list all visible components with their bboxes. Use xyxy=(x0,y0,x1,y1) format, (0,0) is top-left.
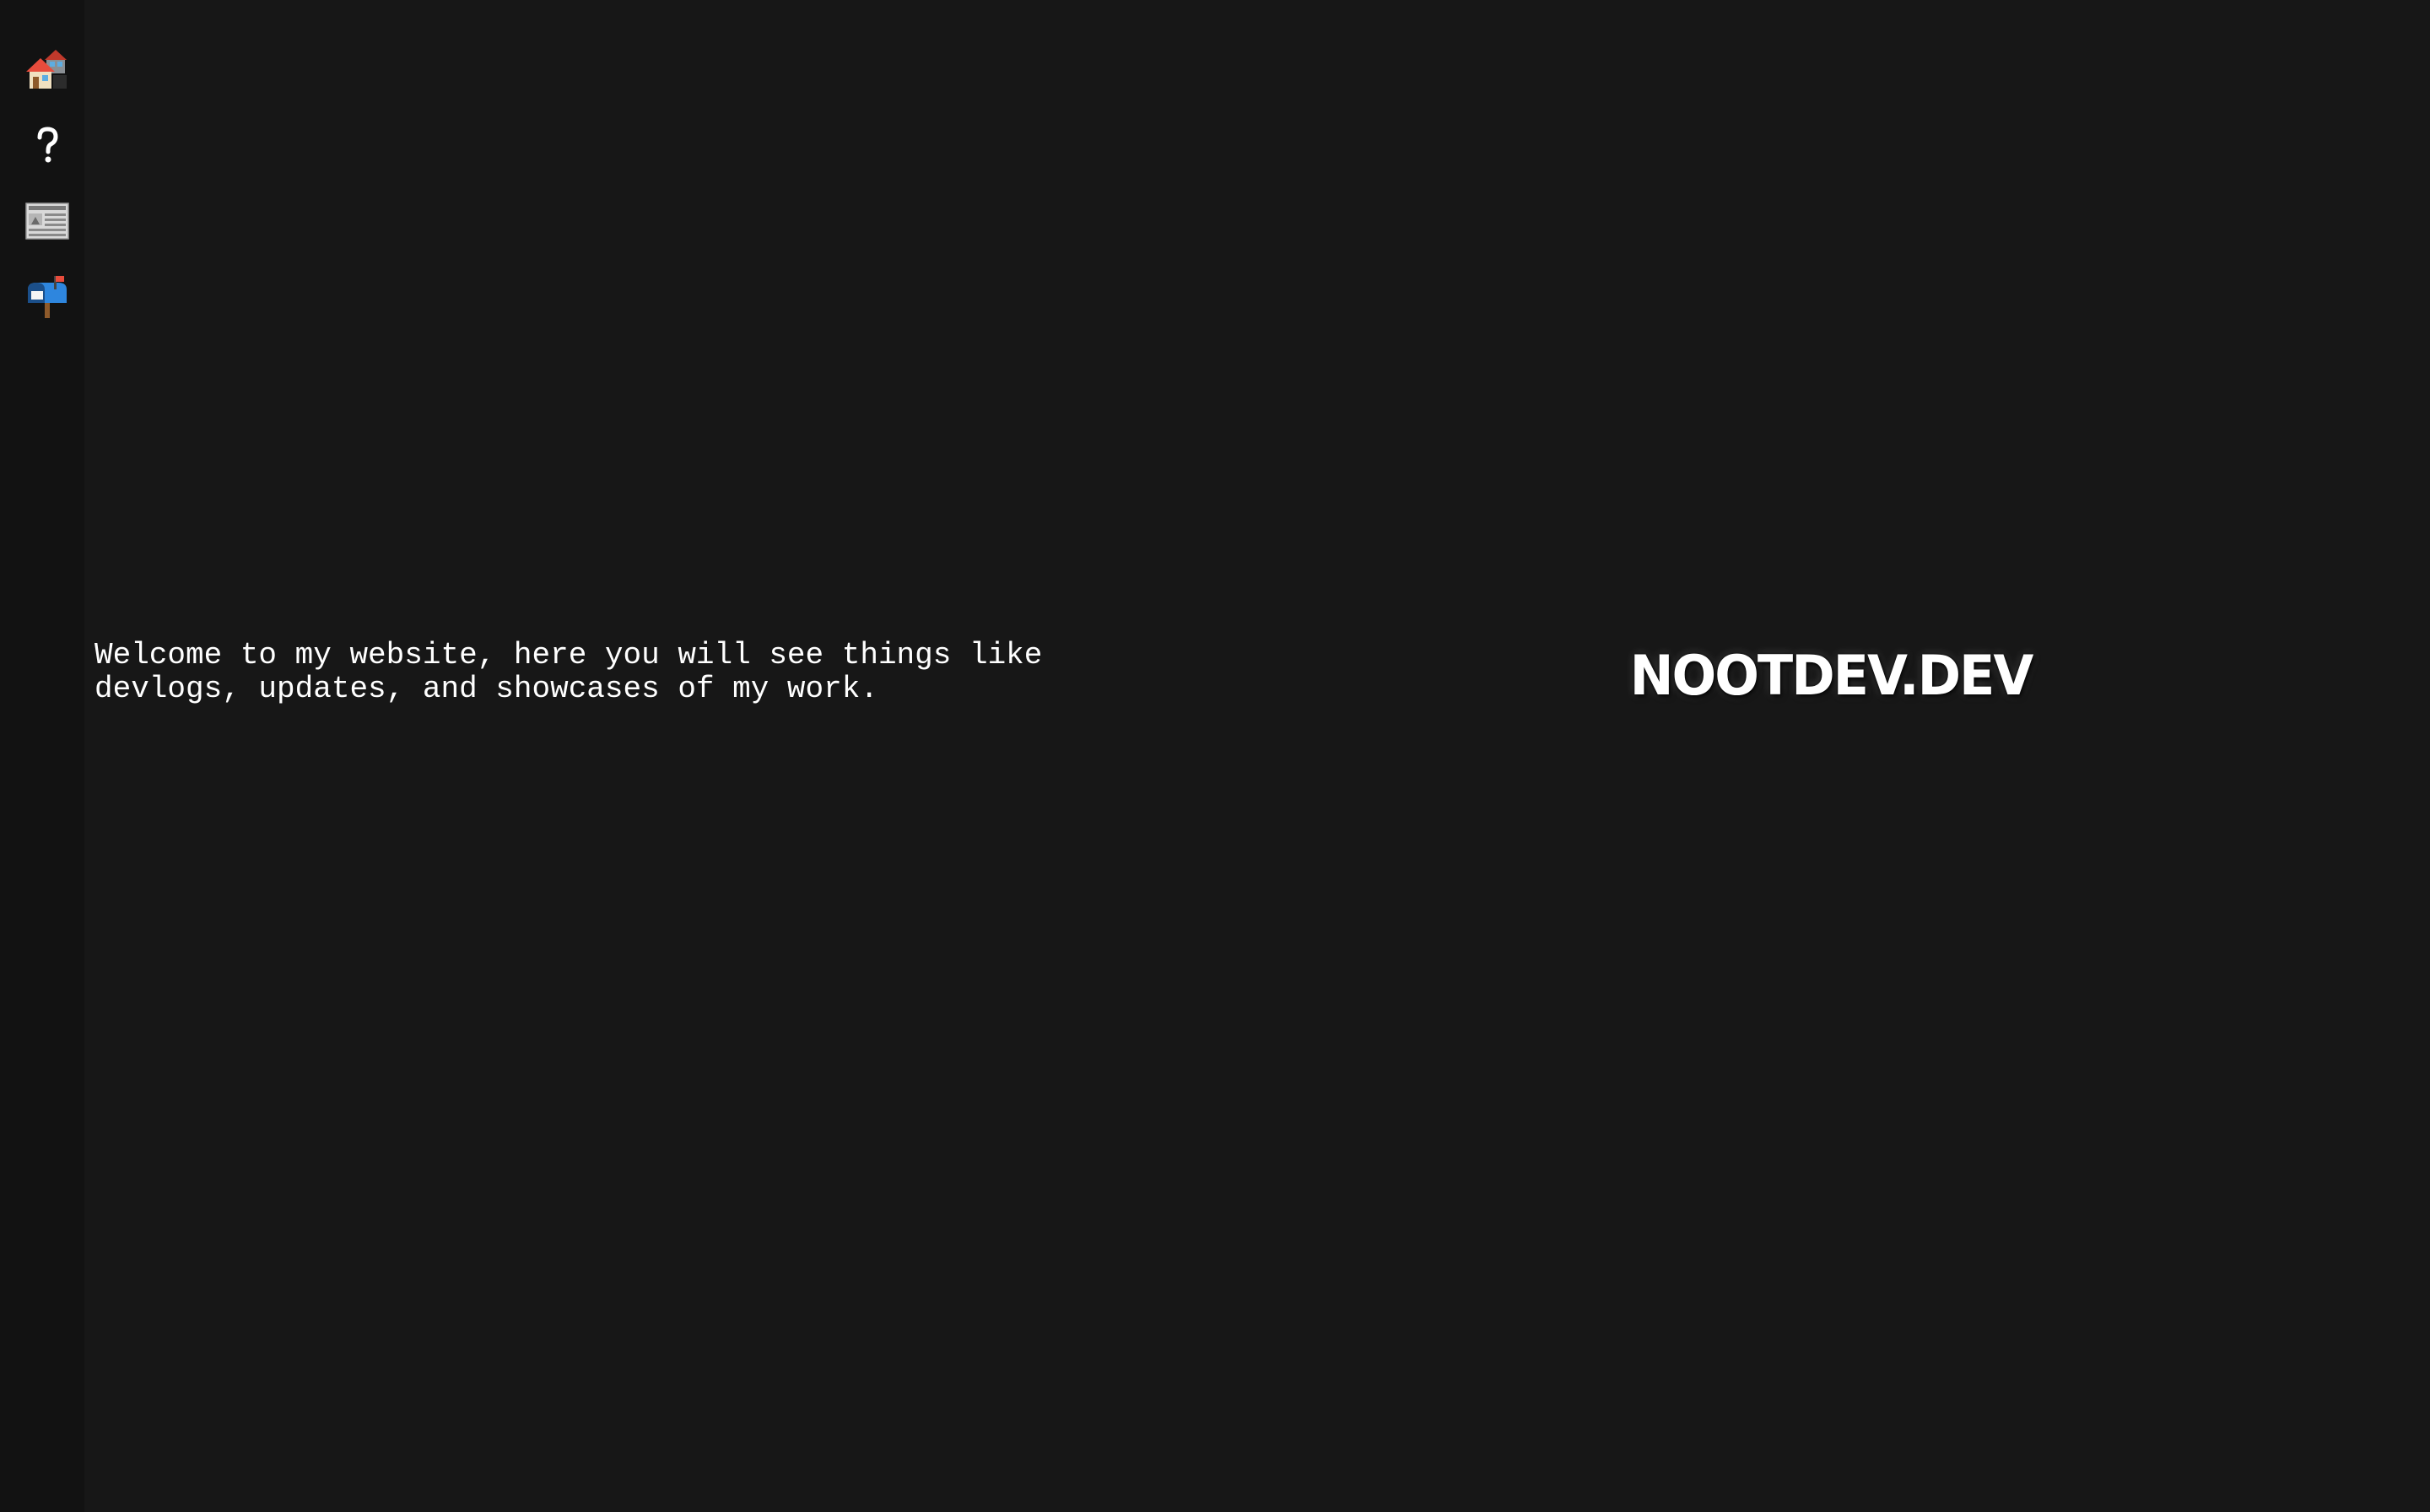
site-logo: NOOTDEV.DEV xyxy=(1628,640,2034,710)
welcome-text: Welcome to my website, here you will see… xyxy=(94,638,1043,706)
question-mark-icon xyxy=(24,122,70,168)
sidebar-item-news[interactable] xyxy=(22,196,73,246)
sidebar-item-contact[interactable] xyxy=(22,272,73,322)
sidebar-item-about[interactable] xyxy=(22,120,73,170)
houses-icon xyxy=(24,46,70,92)
sidebar-item-home[interactable] xyxy=(22,44,73,94)
mailbox-icon xyxy=(24,274,70,320)
logo-text: NOOTDEV.DEV xyxy=(1629,642,2034,708)
sidebar xyxy=(0,0,84,1512)
newspaper-icon xyxy=(24,198,70,244)
